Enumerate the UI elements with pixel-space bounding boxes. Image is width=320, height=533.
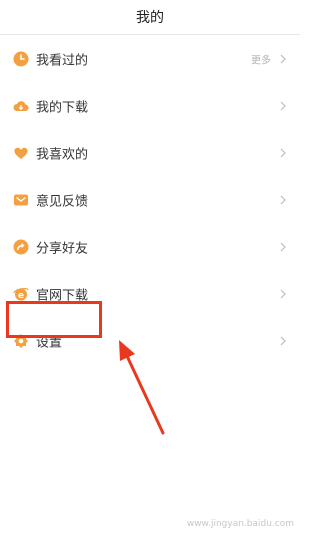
share-icon — [13, 239, 29, 255]
menu-item-label: 我看过的 — [36, 53, 89, 68]
clock-icon — [13, 51, 29, 67]
menu-item-label: 我的下载 — [36, 100, 89, 115]
menu-item-history[interactable]: 我看过的 更多 — [0, 35, 300, 82]
menu-item-label: 分享好友 — [36, 241, 89, 256]
chevron-right-icon — [278, 335, 288, 347]
chevron-right-icon — [278, 100, 288, 112]
watermark: www.jingyan.baidu.com — [186, 519, 294, 529]
menu-item-label: 我喜欢的 — [36, 147, 89, 162]
cloud-download-icon — [13, 98, 29, 114]
page-title: 我的 — [136, 10, 164, 26]
more-link[interactable]: 更多 — [251, 51, 271, 66]
header-bar: 我的 — [0, 0, 300, 35]
chevron-right-icon — [278, 241, 288, 253]
heart-icon — [13, 145, 29, 161]
browser-icon: e — [13, 286, 29, 302]
menu-item-feedback[interactable]: 意见反馈 — [0, 176, 300, 223]
chevron-right-icon — [278, 288, 288, 300]
chevron-right-icon — [278, 194, 288, 206]
menu-item-downloads[interactable]: 我的下载 — [0, 82, 300, 129]
highlight-box — [6, 301, 102, 338]
svg-text:e: e — [18, 291, 24, 301]
chevron-right-icon — [278, 53, 288, 65]
menu-item-share[interactable]: 分享好友 — [0, 223, 300, 270]
menu-item-favorites[interactable]: 我喜欢的 — [0, 129, 300, 176]
chevron-right-icon — [278, 147, 288, 159]
envelope-icon — [13, 192, 29, 208]
menu-item-label: 意见反馈 — [36, 194, 89, 209]
